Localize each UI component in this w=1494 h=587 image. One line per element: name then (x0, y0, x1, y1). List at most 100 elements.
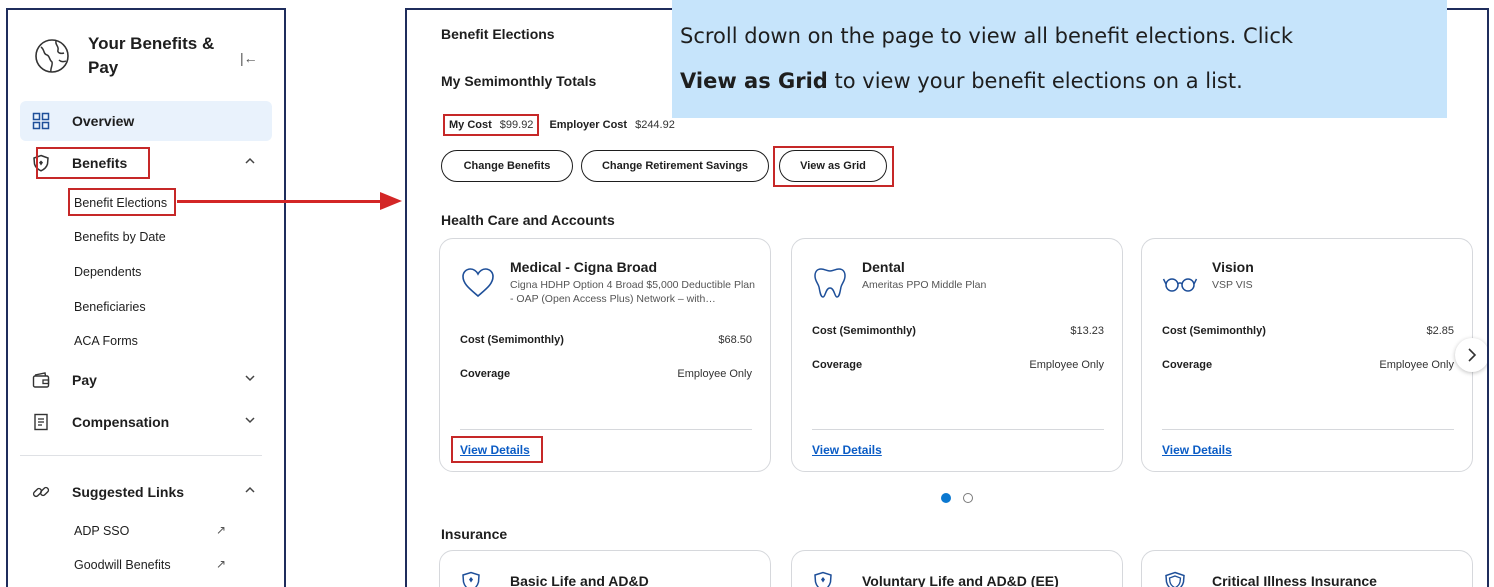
change-retirement-savings-button[interactable]: Change Retirement Savings (581, 150, 769, 182)
cost-label: Cost (Semimonthly) (460, 334, 564, 346)
suggested-link-goodwill-benefits[interactable]: Goodwill Benefits (74, 558, 171, 572)
insurance-card-title: Voluntary Life and AD&D (EE) (862, 573, 1059, 587)
annotation-arrow-head (380, 192, 402, 210)
glasses-icon (1162, 278, 1198, 292)
coverage-value: Employee Only (677, 368, 752, 380)
sidebar-item-label: Overview (72, 113, 135, 129)
carousel-next-button[interactable] (1455, 338, 1487, 372)
callout-bold-text: View as Grid (680, 69, 828, 93)
tooth-icon (814, 268, 846, 298)
sidebar-subitem-beneficiaries[interactable]: Beneficiaries (74, 300, 146, 314)
benefit-card-dental: Dental Ameritas PPO Middle Plan Cost (Se… (791, 238, 1123, 472)
document-icon (34, 413, 48, 431)
sidebar-item-compensation[interactable]: Compensation (20, 402, 272, 442)
annotation-arrow-line (177, 200, 383, 203)
cost-value: $68.50 (718, 334, 752, 346)
cost-value: $13.23 (1070, 325, 1104, 337)
card-divider (1162, 429, 1454, 430)
employer-cost-label: Employer Cost (549, 119, 628, 131)
suggested-link-adp-sso[interactable]: ADP SSO (74, 524, 129, 538)
coverage-row: Coverage Employee Only (1162, 359, 1454, 371)
cost-value: $2.85 (1426, 325, 1454, 337)
sidebar-header: Your Benefits & Pay |← (8, 10, 284, 102)
sidebar-item-suggested-links[interactable]: Suggested Links (20, 472, 272, 512)
dashboard-icon (32, 112, 50, 130)
chevron-down-icon (245, 375, 255, 382)
sidebar-item-label: Compensation (72, 414, 170, 430)
globe-icon (35, 39, 69, 73)
health-care-heading: Health Care and Accounts (441, 212, 615, 228)
view-as-grid-highlight-box (773, 146, 894, 187)
card-description: Cigna HDHP Option 4 Broad $5,000 Deducti… (510, 279, 755, 305)
sidebar-subitem-benefits-by-date[interactable]: Benefits by Date (74, 230, 166, 244)
my-cost-highlight-box: My Cost $99.92 (443, 114, 540, 136)
heart-icon (462, 268, 494, 298)
callout-text: to view your benefit elections on a list… (827, 69, 1243, 93)
benefit-elections-highlight-box (68, 188, 176, 216)
totals-row: My Cost $99.92 Employer Cost $244.92 (443, 114, 675, 136)
sidebar-item-pay[interactable]: Pay (20, 360, 272, 400)
insurance-card-voluntary-life: Voluntary Life and AD&D (EE) (791, 550, 1123, 587)
external-link-icon: ↗ (216, 523, 227, 537)
card-title: Dental (862, 259, 905, 275)
sidebar-item-label: Pay (72, 372, 97, 388)
cost-row: Cost (Semimonthly) $68.50 (460, 334, 752, 346)
sidebar-item-overview[interactable]: Overview (20, 101, 272, 141)
benefit-card-vision: Vision VSP VIS Cost (Semimonthly) $2.85 … (1141, 238, 1473, 472)
sidebar-subitem-aca-forms[interactable]: ACA Forms (74, 334, 138, 348)
coverage-value: Employee Only (1379, 359, 1454, 371)
shield-document-icon (462, 571, 480, 587)
coverage-label: Coverage (460, 368, 511, 380)
chevron-up-icon (245, 157, 255, 164)
card-description: Ameritas PPO Middle Plan (862, 279, 987, 291)
callout-line-1: Scroll down on the page to view all bene… (680, 24, 1294, 48)
sidebar-panel: Your Benefits & Pay |← Overview Benefits… (6, 8, 286, 587)
chevron-right-icon (1468, 348, 1477, 362)
sidebar-item-label: Suggested Links (72, 484, 185, 500)
carousel-dot-active[interactable] (941, 493, 951, 503)
coverage-row: Coverage Employee Only (460, 368, 752, 380)
coverage-value: Employee Only (1029, 359, 1104, 371)
coverage-row: Coverage Employee Only (812, 359, 1104, 371)
cost-row: Cost (Semimonthly) $13.23 (812, 325, 1104, 337)
cost-row: Cost (Semimonthly) $2.85 (1162, 325, 1454, 337)
insurance-card-title: Critical Illness Insurance (1212, 573, 1377, 587)
sidebar-title: Your Benefits & Pay (88, 34, 215, 77)
employer-cost-value: $244.92 (635, 119, 675, 131)
sidebar-subitem-dependents[interactable]: Dependents (74, 265, 141, 279)
sidebar-divider (20, 455, 262, 456)
view-details-link[interactable]: View Details (1162, 443, 1232, 457)
insurance-heading: Insurance (441, 526, 508, 542)
insurance-card-title: Basic Life and AD&D (510, 573, 649, 587)
cost-label: Cost (Semimonthly) (812, 325, 916, 337)
instruction-callout: Scroll down on the page to view all bene… (672, 0, 1447, 118)
page-title: Benefit Elections (441, 26, 555, 42)
insurance-card-basic-life: Basic Life and AD&D (439, 550, 771, 587)
collapse-sidebar-icon[interactable]: |← (240, 50, 258, 66)
totals-heading: My Semimonthly Totals (441, 73, 597, 89)
wallet-icon (32, 372, 50, 388)
view-details-link[interactable]: View Details (812, 443, 882, 457)
shield-icon (1165, 571, 1185, 587)
carousel-dot[interactable] (963, 493, 973, 503)
chevron-down-icon (245, 417, 255, 424)
card-title: Vision (1212, 259, 1254, 275)
my-cost-label: My Cost (449, 119, 492, 131)
shield-document-icon (814, 571, 832, 587)
card-divider (460, 429, 752, 430)
my-cost-value: $99.92 (499, 119, 534, 131)
change-benefits-button[interactable]: Change Benefits (441, 150, 573, 182)
benefits-highlight-box (36, 147, 150, 179)
link-icon (32, 486, 50, 498)
coverage-label: Coverage (1162, 359, 1213, 371)
cost-label: Cost (Semimonthly) (1162, 325, 1266, 337)
card-description: VSP VIS (1212, 279, 1253, 291)
coverage-label: Coverage (812, 359, 863, 371)
chevron-up-icon (245, 486, 255, 493)
callout-line-2: View as Grid to view your benefit electi… (680, 69, 1243, 93)
card-divider (812, 429, 1104, 430)
external-link-icon: ↗ (216, 557, 227, 571)
insurance-card-critical-illness: Critical Illness Insurance (1141, 550, 1473, 587)
card-title: Medical - Cigna Broad (510, 259, 658, 275)
view-details-highlight-box (451, 436, 543, 463)
